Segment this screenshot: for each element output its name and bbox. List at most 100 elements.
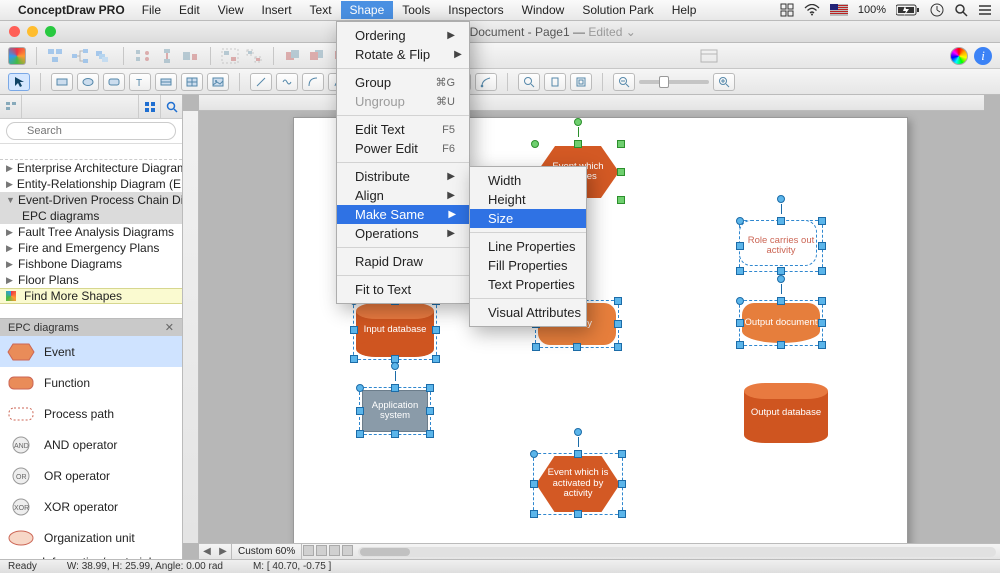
tool-pointer[interactable] [8, 73, 30, 91]
shape-role[interactable]: Role carries out activity [742, 223, 820, 269]
zoom-fit[interactable] [518, 73, 540, 91]
tool-arc[interactable] [302, 73, 324, 91]
tb-size-icon[interactable] [182, 48, 200, 64]
find-more-shapes[interactable]: Find More Shapes [0, 288, 182, 304]
zoom-page[interactable] [544, 73, 566, 91]
tree-item[interactable]: ▼Event-Driven Process Chain Diagrams [0, 192, 182, 208]
tree-item[interactable]: ▶Fire and Emergency Plans [0, 240, 182, 256]
tb-tree-icon[interactable] [71, 48, 89, 64]
close-library-icon[interactable]: ✕ [165, 321, 174, 334]
hscroll-track[interactable] [358, 547, 996, 557]
mi-fit-to-text[interactable]: Fit to Text [337, 280, 469, 299]
shape-item-event[interactable]: Event [0, 336, 182, 367]
mi-group[interactable]: Group⌘G [337, 73, 469, 92]
app-menu[interactable]: ConceptDraw PRO [18, 3, 125, 17]
tree-item[interactable] [0, 144, 182, 160]
shape-item-processpath[interactable]: Process path [0, 398, 182, 429]
panel-grid-view-icon[interactable] [138, 95, 160, 118]
tb-align-icon[interactable] [134, 48, 152, 64]
menu-edit[interactable]: Edit [170, 1, 209, 19]
tb-group-icon[interactable] [221, 48, 239, 64]
title-dropdown-icon[interactable]: ⌄ [626, 25, 636, 39]
mi-text-props[interactable]: Text Properties [470, 275, 586, 294]
mi-make-same[interactable]: Make Same▶ [337, 205, 469, 224]
zoom-window-button[interactable] [45, 26, 56, 37]
mi-rapid-draw[interactable]: Rapid Draw [337, 252, 469, 271]
wifi-icon[interactable] [804, 4, 820, 16]
menu-shape[interactable]: Shape [341, 1, 394, 19]
canvas[interactable]: Event which activates Role carries out a… [183, 95, 1000, 559]
shape-item-orgunit[interactable]: Organization unit [0, 522, 182, 553]
color-wheel-icon[interactable] [950, 47, 968, 65]
tb-panel-icon[interactable] [700, 48, 718, 64]
menu-window[interactable]: Window [513, 1, 574, 19]
menu-inspectors[interactable]: Inspectors [439, 1, 512, 19]
clock-icon[interactable] [930, 3, 944, 17]
mi-align[interactable]: Align▶ [337, 186, 469, 205]
mi-operations[interactable]: Operations▶ [337, 224, 469, 243]
shape-output-db[interactable]: Output database [744, 383, 828, 443]
tb-front-icon[interactable] [284, 48, 302, 64]
zoom-actual[interactable] [570, 73, 592, 91]
tool-image[interactable] [207, 73, 229, 91]
panel-tab-icon[interactable] [0, 95, 22, 118]
mi-rotateflip[interactable]: Rotate & Flip▶ [337, 45, 469, 64]
close-window-button[interactable] [9, 26, 20, 37]
tree-item[interactable]: ▶Enterprise Architecture Diagrams [0, 160, 182, 176]
shape-input-db[interactable]: Input database [356, 303, 434, 357]
tb-copies-icon[interactable] [95, 48, 113, 64]
tree-item[interactable]: ▶Floor Plans [0, 272, 182, 288]
notification-center-icon[interactable] [978, 4, 992, 16]
tool-rect[interactable] [51, 73, 73, 91]
mi-width[interactable]: Width [470, 171, 586, 190]
tool-connector-curve[interactable] [475, 73, 497, 91]
tool-roundrect[interactable] [103, 73, 125, 91]
menu-insert[interactable]: Insert [253, 1, 301, 19]
mi-ordering[interactable]: Ordering▶ [337, 26, 469, 45]
menu-help[interactable]: Help [663, 1, 706, 19]
menu-solution-park[interactable]: Solution Park [573, 1, 662, 19]
tool-block[interactable] [155, 73, 177, 91]
tree-item[interactable]: EPC diagrams [0, 208, 182, 224]
tree-item[interactable]: ▶Fault Tree Analysis Diagrams [0, 224, 182, 240]
shape-item-info[interactable]: Information/ material object [0, 553, 182, 559]
flag-icon[interactable] [830, 4, 848, 16]
tool-ellipse[interactable] [77, 73, 99, 91]
shape-event-bottom[interactable]: Event which is activated by activity [536, 456, 620, 512]
menu-text[interactable]: Text [301, 1, 341, 19]
hscroll-thumb[interactable] [360, 548, 410, 556]
tree-item[interactable]: ▶Entity-Relationship Diagram (ERD) [0, 176, 182, 192]
battery-icon[interactable] [896, 4, 920, 16]
mi-size[interactable]: Size [470, 209, 586, 228]
tool-line[interactable] [250, 73, 272, 91]
tool-text[interactable]: T [129, 73, 151, 91]
zoom-label[interactable]: Custom 60% [231, 544, 302, 559]
mi-height[interactable]: Height [470, 190, 586, 209]
page-thumbnails[interactable] [302, 545, 354, 559]
shape-item-xor[interactable]: XOR XOR operator [0, 491, 182, 522]
library-header[interactable]: EPC diagrams✕ [0, 319, 182, 336]
mi-fill-props[interactable]: Fill Properties [470, 256, 586, 275]
scroll-left-icon[interactable]: ◀ [199, 546, 215, 557]
tb-ungroup-icon[interactable] [245, 48, 263, 64]
tool-table[interactable] [181, 73, 203, 91]
tree-item[interactable]: ▶Fishbone Diagrams [0, 256, 182, 272]
tb-back-icon[interactable] [308, 48, 326, 64]
mi-visual-attrs[interactable]: Visual Attributes [470, 303, 586, 322]
minimize-window-button[interactable] [27, 26, 38, 37]
mi-power-edit[interactable]: Power EditF6 [337, 139, 469, 158]
tb-quick-shapes-icon[interactable] [47, 48, 65, 64]
shape-item-or[interactable]: OR OR operator [0, 460, 182, 491]
menu-tools[interactable]: Tools [393, 1, 439, 19]
tool-section[interactable] [276, 73, 298, 91]
library-search-input[interactable] [6, 122, 176, 140]
panel-search-icon[interactable] [160, 95, 182, 118]
spotlight-icon[interactable] [780, 3, 794, 17]
shape-item-and[interactable]: AND AND operator [0, 429, 182, 460]
zoom-in[interactable] [713, 73, 735, 91]
mi-distribute[interactable]: Distribute▶ [337, 167, 469, 186]
menu-file[interactable]: File [133, 1, 170, 19]
scroll-right-icon[interactable]: ▶ [215, 546, 231, 557]
menu-view[interactable]: View [209, 1, 253, 19]
tb-distribute-icon[interactable] [158, 48, 176, 64]
